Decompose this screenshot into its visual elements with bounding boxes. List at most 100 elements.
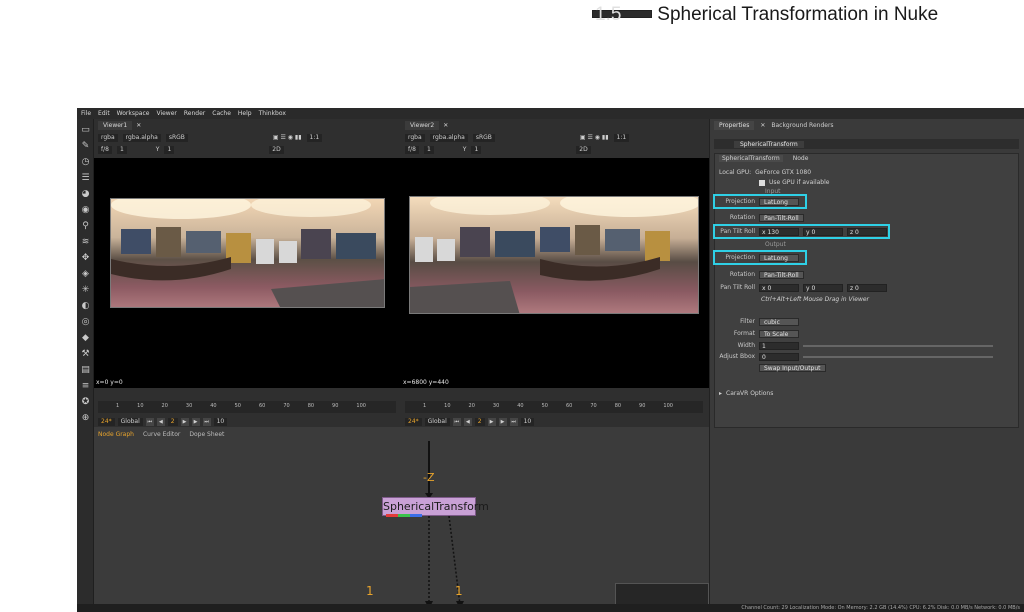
scope-dropdown[interactable]: Global — [117, 417, 143, 426]
plugin-tool-icon[interactable]: ✪ — [80, 397, 91, 408]
fstop-field[interactable]: f/8 — [405, 145, 419, 154]
next-frame-icon[interactable]: ▶ — [498, 417, 507, 426]
viewer2-tabbar: Viewer2 ✕ — [405, 121, 448, 130]
filter-tool-icon[interactable]: ◉ — [80, 205, 91, 216]
toolsets-tool-icon[interactable]: ⚒ — [80, 349, 91, 360]
width-label: Width — [737, 342, 755, 349]
metadata-tool-icon[interactable]: ◆ — [80, 333, 91, 344]
swap-input-output-button[interactable]: Swap Input/Output — [759, 363, 826, 372]
fstop-field[interactable]: f/8 — [98, 145, 112, 154]
mode-dropdown[interactable]: 2D — [576, 145, 591, 154]
play-icon[interactable]: ▶ — [180, 417, 189, 426]
viewer1-timeline[interactable]: 1 10 20 30 40 50 60 70 80 90 100 — [98, 401, 396, 413]
viewer-buttons-icon[interactable]: ▣ ☰ ◉ ▮▮ — [273, 134, 302, 141]
adjust-bbox-slider[interactable] — [803, 355, 993, 358]
output-tilt-field[interactable]: y 0 — [803, 283, 843, 292]
output-roll-field[interactable]: z 0 — [847, 283, 887, 292]
furnace-tool-icon[interactable]: ≡ — [80, 381, 91, 392]
first-frame-icon[interactable]: ⏮ — [452, 417, 461, 426]
caravr-options-label[interactable]: CaraVR Options — [726, 390, 773, 397]
output-rotation-dropdown[interactable]: Pan-Tilt-Roll — [759, 270, 804, 279]
adjust-bbox-field[interactable]: 0 — [759, 352, 799, 361]
alpha-dropdown[interactable]: rgba.alpha — [122, 133, 161, 142]
prev-frame-icon[interactable]: ◀ — [463, 417, 472, 426]
particles-tool-icon[interactable]: ✳ — [80, 285, 91, 296]
expand-icon[interactable]: ▸ — [719, 390, 722, 397]
fps-field[interactable]: 24* — [405, 417, 422, 426]
color-tool-icon[interactable]: ◕ — [80, 189, 91, 200]
width-field[interactable]: 1 — [759, 341, 799, 350]
tab-node[interactable]: Node — [793, 155, 809, 162]
first-frame-icon[interactable]: ⏮ — [145, 417, 154, 426]
close-icon[interactable]: ✕ — [760, 122, 765, 129]
menu-help[interactable]: Help — [238, 110, 252, 117]
channels-dropdown[interactable]: rgba — [98, 133, 118, 142]
menu-workspace[interactable]: Workspace — [117, 110, 150, 117]
channels-dropdown[interactable]: rgba — [405, 133, 425, 142]
image-tool-icon[interactable]: ▭ — [80, 125, 91, 136]
step-field[interactable]: 10 — [520, 417, 535, 426]
views-tool-icon[interactable]: ◎ — [80, 317, 91, 328]
viewer2-timeline[interactable]: 1 10 20 30 40 50 60 70 80 90 100 — [405, 401, 703, 413]
colorspace-dropdown[interactable]: sRGB — [165, 133, 188, 142]
viewer2-canvas[interactable]: x=6800 y=440 — [401, 158, 709, 388]
menu-render[interactable]: Render — [184, 110, 205, 117]
alpha-dropdown[interactable]: rgba.alpha — [429, 133, 468, 142]
node-graph-panel[interactable]: Node Graph Curve Editor Dope Sheet -Z Sp… — [94, 427, 709, 612]
fps-field[interactable]: 24* — [98, 417, 115, 426]
prev-frame-icon[interactable]: ◀ — [156, 417, 165, 426]
current-frame-field[interactable]: 2 — [167, 417, 178, 426]
output-pan-field[interactable]: x 0 — [759, 283, 799, 292]
gamma-field[interactable]: 1 — [471, 145, 482, 154]
width-slider[interactable] — [803, 344, 993, 347]
filter-label: Filter — [740, 318, 755, 325]
timeline-ticks: 1 10 20 30 40 50 60 70 80 90 100 — [423, 403, 673, 412]
deep-tool-icon[interactable]: ◐ — [80, 301, 91, 312]
transform-tool-icon[interactable]: ✥ — [80, 253, 91, 264]
gain-field[interactable]: 1 — [423, 145, 434, 154]
menu-edit[interactable]: Edit — [98, 110, 110, 117]
close-icon[interactable]: ✕ — [136, 122, 141, 129]
channel-tool-icon[interactable]: ☰ — [80, 173, 91, 184]
3d-tool-icon[interactable]: ◈ — [80, 269, 91, 280]
use-gpu-checkbox[interactable] — [759, 179, 765, 186]
caravr-tool-icon[interactable]: ⊕ — [80, 413, 91, 424]
menu-file[interactable]: File — [81, 110, 91, 117]
colorspace-dropdown[interactable]: sRGB — [472, 133, 495, 142]
tick-label: 30 — [492, 403, 500, 409]
close-icon[interactable]: ✕ — [443, 122, 448, 129]
viewer-buttons-icon[interactable]: ▣ ☰ ◉ ▮▮ — [580, 134, 609, 141]
node-input-red — [386, 514, 398, 517]
tab-background-renders[interactable]: Background Renders — [771, 122, 833, 129]
gain-field[interactable]: 1 — [116, 145, 127, 154]
input-rotation-dropdown[interactable]: Pan-Tilt-Roll — [759, 213, 804, 222]
zoom-dropdown[interactable]: 1:1 — [306, 133, 323, 142]
zoom-dropdown[interactable]: 1:1 — [613, 133, 630, 142]
scope-dropdown[interactable]: Global — [424, 417, 450, 426]
node-name-field[interactable]: SphericalTransform — [734, 140, 804, 148]
play-icon[interactable]: ▶ — [487, 417, 496, 426]
current-frame-field[interactable]: 2 — [474, 417, 485, 426]
merge-tool-icon[interactable]: ≋ — [80, 237, 91, 248]
tab-spherical-transform[interactable]: SphericalTransform — [719, 155, 783, 162]
gamma-field[interactable]: 1 — [164, 145, 175, 154]
viewer1-tab[interactable]: Viewer1 — [98, 121, 133, 130]
keyer-tool-icon[interactable]: ⚲ — [80, 221, 91, 232]
step-field[interactable]: 10 — [213, 417, 228, 426]
mode-dropdown[interactable]: 2D — [269, 145, 284, 154]
next-frame-icon[interactable]: ▶ — [191, 417, 200, 426]
menu-cache[interactable]: Cache — [212, 110, 231, 117]
draw-tool-icon[interactable]: ✎ — [80, 141, 91, 152]
menu-thinkbox[interactable]: Thinkbox — [259, 110, 286, 117]
last-frame-icon[interactable]: ⏭ — [202, 417, 211, 426]
filter-dropdown[interactable]: cubic — [759, 317, 799, 326]
tab-properties[interactable]: Properties — [714, 121, 755, 130]
last-frame-icon[interactable]: ⏭ — [509, 417, 518, 426]
tick-label: 50 — [234, 403, 241, 409]
viewer1-canvas[interactable]: x=0 y=0 — [94, 158, 401, 388]
time-tool-icon[interactable]: ◷ — [80, 157, 91, 168]
other-tool-icon[interactable]: ▤ — [80, 365, 91, 376]
viewer2-tab[interactable]: Viewer2 — [405, 121, 440, 130]
menu-viewer[interactable]: Viewer — [156, 110, 176, 117]
format-dropdown[interactable]: To Scale — [759, 329, 799, 338]
